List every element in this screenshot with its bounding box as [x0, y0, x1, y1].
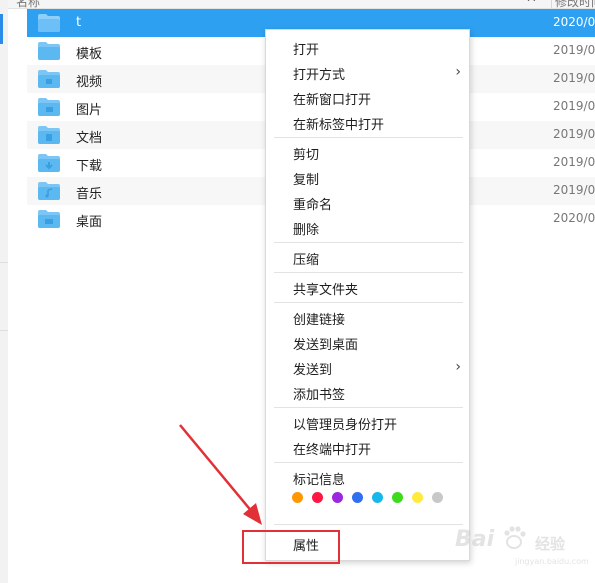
sidebar-edge [0, 0, 8, 583]
menu-item-label: 在新标签中打开 [293, 118, 385, 133]
red-arrow-annotation [179, 424, 262, 525]
menu-item-label: 发送到桌面 [293, 338, 359, 353]
properties-highlight-box [242, 530, 340, 564]
file-date: 2019/05 [553, 99, 595, 113]
sidebar-divider [0, 330, 8, 331]
watermark-brand: Bai [455, 527, 495, 552]
menu-item-open-as-admin[interactable]: 以管理员身份打开 [266, 411, 469, 436]
menu-item-delete[interactable]: 删除 [266, 216, 469, 241]
watermark-suffix: 经验 [535, 535, 566, 553]
name-column-header[interactable]: 名称 [16, 0, 40, 8]
menu-item-label: 压缩 [293, 253, 320, 268]
menu-item-tag-info[interactable]: 标记信息 [266, 466, 469, 491]
menu-item-open-in-terminal[interactable]: 在终端中打开 [266, 436, 469, 461]
tag-color-red[interactable] [312, 492, 323, 503]
menu-item-open-new-window[interactable]: 在新窗口打开 [266, 86, 469, 111]
desktop-folder-icon [38, 210, 60, 228]
file-date: 2019/05 [553, 127, 595, 141]
sidebar-divider [0, 262, 8, 263]
file-name: 模板 [76, 47, 103, 62]
baidu-watermark: Bai 经验 jingyan.baidu.com [455, 521, 590, 566]
menu-item-rename[interactable]: 重命名 [266, 191, 469, 216]
file-date: 2019/05 [553, 183, 595, 197]
tag-color-gray[interactable] [432, 492, 443, 503]
menu-item-label: 打开方式 [293, 68, 346, 83]
file-name: 视频 [76, 75, 103, 90]
menu-item-label: 发送到 [293, 363, 333, 378]
menu-item-copy[interactable]: 复制 [266, 166, 469, 191]
file-date: 2019/05 [553, 43, 595, 57]
file-name: t [76, 15, 82, 30]
menu-item-label: 创建链接 [293, 313, 346, 328]
menu-item-label: 剪切 [293, 148, 320, 163]
file-name: 音乐 [76, 187, 103, 202]
menu-item-label: 删除 [293, 223, 320, 238]
file-date: 2019/05 [553, 71, 595, 85]
menu-item-label: 共享文件夹 [293, 283, 359, 298]
chevron-right-icon: › [455, 359, 461, 375]
paw-logo-icon [504, 526, 526, 549]
menu-separator [274, 137, 463, 138]
menu-separator [274, 407, 463, 408]
menu-separator [274, 242, 463, 243]
modified-column-header[interactable]: 修改时间 [555, 0, 595, 8]
menu-item-send-to-desktop[interactable]: 发送到桌面 [266, 331, 469, 356]
tag-color-orange[interactable] [292, 492, 303, 503]
file-date: 2020/01 [553, 15, 595, 29]
tag-color-yellow[interactable] [412, 492, 423, 503]
watermark-url: jingyan.baidu.com [515, 557, 589, 566]
downloads-folder-icon [38, 154, 60, 172]
file-name: 文档 [76, 131, 103, 146]
menu-item-share-folder[interactable]: 共享文件夹 [266, 276, 469, 301]
file-date: 2019/05 [553, 155, 595, 169]
menu-item-cut[interactable]: 剪切 [266, 141, 469, 166]
menu-item-label: 标记信息 [293, 473, 346, 488]
menu-separator [274, 302, 463, 303]
file-date: 2020/01 [553, 211, 595, 225]
column-divider [551, 0, 552, 8]
menu-separator [274, 462, 463, 463]
menu-item-add-bookmark[interactable]: 添加书签 [266, 381, 469, 406]
tag-color-blue[interactable] [352, 492, 363, 503]
close-icon[interactable]: ✕ [526, 0, 537, 6]
tag-color-cyan[interactable] [372, 492, 383, 503]
menu-item-label: 重命名 [293, 198, 333, 213]
menu-item-open-with[interactable]: 打开方式 › [266, 61, 469, 86]
tag-color-purple[interactable] [332, 492, 343, 503]
menu-item-label: 在终端中打开 [293, 443, 372, 458]
menu-item-label: 打开 [293, 43, 320, 58]
chevron-right-icon: › [455, 64, 461, 80]
menu-item-label: 在新窗口打开 [293, 93, 372, 108]
documents-folder-icon [38, 126, 60, 144]
menu-item-label: 以管理员身份打开 [293, 418, 398, 433]
menu-item-label: 复制 [293, 173, 320, 188]
context-menu: 打开 打开方式 › 在新窗口打开 在新标签中打开 剪切 复制 重命名 删除 压缩… [265, 29, 470, 561]
sidebar-selection-accent [0, 14, 3, 44]
videos-folder-icon [38, 70, 60, 88]
menu-item-send-to[interactable]: 发送到 › [266, 356, 469, 381]
templates-folder-icon [38, 42, 60, 60]
menu-item-label: 添加书签 [293, 388, 346, 403]
file-name: 图片 [76, 103, 103, 118]
menu-item-open-new-tab[interactable]: 在新标签中打开 [266, 111, 469, 136]
menu-item-open[interactable]: 打开 [266, 36, 469, 61]
menu-item-compress[interactable]: 压缩 [266, 246, 469, 271]
column-header: 名称 ✕ 修改时间 [8, 0, 595, 9]
pictures-folder-icon [38, 98, 60, 116]
file-name: 下载 [76, 159, 103, 174]
folder-icon [38, 14, 60, 32]
menu-item-create-link[interactable]: 创建链接 [266, 306, 469, 331]
menu-separator [274, 524, 463, 525]
tag-color-picker [291, 492, 461, 506]
file-name: 桌面 [76, 215, 103, 230]
music-folder-icon [38, 182, 60, 200]
menu-separator [274, 272, 463, 273]
tag-color-green[interactable] [392, 492, 403, 503]
